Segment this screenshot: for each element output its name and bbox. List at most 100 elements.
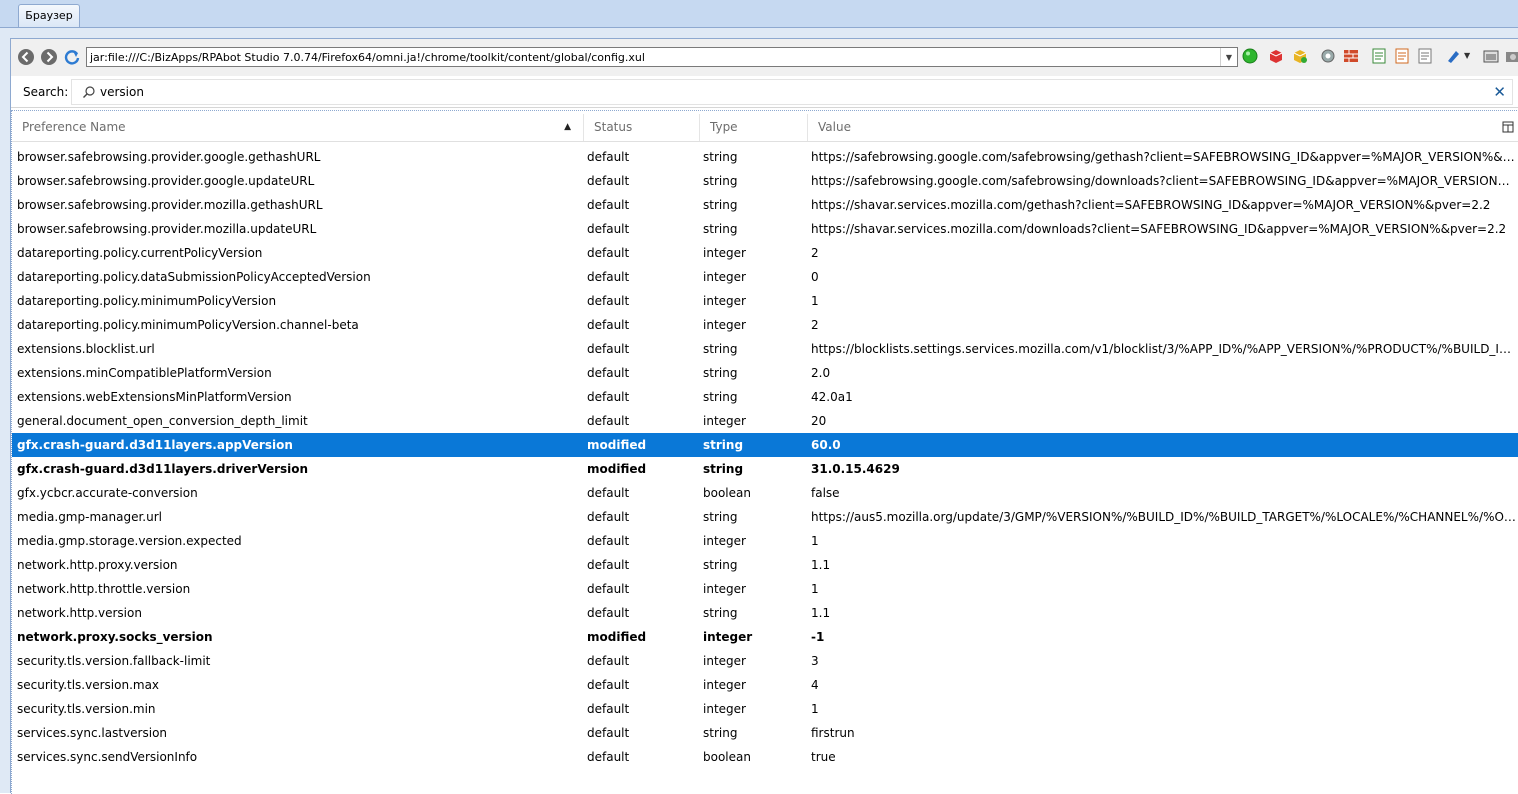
pen-tool-icon[interactable] xyxy=(1445,48,1461,64)
document-green-icon[interactable] xyxy=(1371,48,1387,64)
tab-browser[interactable]: Браузер xyxy=(18,4,80,27)
back-icon[interactable] xyxy=(17,48,35,66)
value-cell: 1 xyxy=(811,294,819,308)
pref-name-cell: security.tls.version.min xyxy=(17,702,156,716)
type-cell: integer xyxy=(703,630,753,644)
table-row[interactable]: media.gmp.storage.version.expected defaul… xyxy=(12,529,1518,553)
table-row[interactable]: services.sync.lastversion default string fi… xyxy=(12,721,1518,745)
camera-icon[interactable] xyxy=(1505,48,1518,64)
table-row[interactable]: browser.safebrowsing.provider.mozilla.ge… xyxy=(12,193,1518,217)
go-icon[interactable] xyxy=(1242,48,1258,64)
address-dropdown-icon[interactable]: ▼ xyxy=(1220,48,1237,66)
package-red-icon[interactable] xyxy=(1268,48,1284,64)
value-cell: 42.0a1 xyxy=(811,390,853,404)
table-header: Preference Name ▲ Status Type Value xyxy=(12,114,1518,142)
window-icon[interactable] xyxy=(1483,48,1499,64)
sort-ascending-icon: ▲ xyxy=(564,122,571,132)
status-cell: default xyxy=(587,558,630,572)
column-preference-name[interactable]: Preference Name ▲ xyxy=(12,114,584,141)
pref-name-cell: browser.safebrowsing.provider.mozilla.ge… xyxy=(17,198,323,212)
pref-name-cell: datareporting.policy.dataSubmissionPolic… xyxy=(17,270,371,284)
column-label: Preference Name xyxy=(22,120,126,134)
value-cell: 1.1 xyxy=(811,606,831,620)
pref-name-cell: gfx.crash-guard.d3d11layers.appVersion xyxy=(17,438,293,452)
table-row[interactable]: datareporting.policy.currentPolicyVersio… xyxy=(12,241,1518,265)
type-cell: integer xyxy=(703,246,746,260)
pref-name-cell: network.http.version xyxy=(17,606,142,620)
column-type[interactable]: Type xyxy=(700,114,808,141)
clear-search-icon[interactable]: ✕ xyxy=(1493,83,1506,101)
column-label: Type xyxy=(710,120,738,134)
type-cell: string xyxy=(703,390,738,404)
column-picker-icon[interactable] xyxy=(1502,121,1514,133)
value-cell: 2 xyxy=(811,318,819,332)
value-cell: -1 xyxy=(811,630,825,644)
type-cell: string xyxy=(703,366,738,380)
table-row[interactable]: gfx.crash-guard.d3d11layers.appVersion mo… xyxy=(12,433,1518,457)
table-row[interactable]: security.tls.version.min default integer 1 xyxy=(12,697,1518,721)
table-row[interactable]: datareporting.policy.minimumPolicyVersio… xyxy=(12,313,1518,337)
type-cell: integer xyxy=(703,534,746,548)
table-row[interactable]: extensions.blocklist.url default string htt… xyxy=(12,337,1518,361)
pref-name-cell: gfx.ycbcr.accurate-conversion xyxy=(17,486,198,500)
table-row[interactable]: datareporting.policy.minimumPolicyVersio… xyxy=(12,289,1518,313)
type-cell: integer xyxy=(703,414,746,428)
type-cell: integer xyxy=(703,702,746,716)
type-cell: integer xyxy=(703,678,746,692)
column-status[interactable]: Status xyxy=(584,114,700,141)
table-row[interactable]: security.tls.version.fallback-limit defau… xyxy=(12,649,1518,673)
status-cell: default xyxy=(587,342,630,356)
table-row[interactable]: extensions.webExtensionsMinPlatformVersi… xyxy=(12,385,1518,409)
pref-name-cell: datareporting.policy.minimumPolicyVersio… xyxy=(17,318,359,332)
document-orange-icon[interactable] xyxy=(1394,48,1410,64)
window-frame: jar:file:///C:/BizApps/RPAbot Studio 7.0… xyxy=(0,28,1518,794)
forward-icon[interactable] xyxy=(40,48,58,66)
pref-name-cell: services.sync.sendVersionInfo xyxy=(17,750,198,764)
status-cell: default xyxy=(587,534,630,548)
table-row[interactable]: browser.safebrowsing.provider.google.get… xyxy=(12,145,1518,169)
pen-tool-dropdown-icon[interactable]: ▼ xyxy=(1464,48,1480,64)
document-gray-icon[interactable] xyxy=(1417,48,1433,64)
pref-name-cell: browser.safebrowsing.provider.mozilla.up… xyxy=(17,222,317,236)
table-row[interactable]: network.proxy.socks_version modified integ… xyxy=(12,625,1518,649)
table-row[interactable]: browser.safebrowsing.provider.mozilla.up… xyxy=(12,217,1518,241)
pref-name-cell: media.gmp.storage.version.expected xyxy=(17,534,242,548)
table-row[interactable]: security.tls.version.max default integer 4 xyxy=(12,673,1518,697)
value-cell: https://shavar.services.mozilla.com/down… xyxy=(811,222,1507,236)
search-input[interactable]: version ✕ xyxy=(71,79,1513,105)
browser-content: jar:file:///C:/BizApps/RPAbot Studio 7.0… xyxy=(10,38,1518,794)
value-cell: 1 xyxy=(811,582,819,596)
type-cell: string xyxy=(703,438,744,452)
pref-name-cell: general.document_open_conversion_depth_l… xyxy=(17,414,308,428)
value-cell: 20 xyxy=(811,414,827,428)
table-row[interactable]: gfx.ycbcr.accurate-conversion default bool… xyxy=(12,481,1518,505)
status-cell: default xyxy=(587,366,630,380)
table-row[interactable]: network.http.throttle.version default inte… xyxy=(12,577,1518,601)
refresh-icon[interactable] xyxy=(63,48,81,66)
value-cell: 1.1 xyxy=(811,558,831,572)
table-row[interactable]: network.http.proxy.version default string 1… xyxy=(12,553,1518,577)
status-cell: modified xyxy=(587,462,647,476)
status-cell: default xyxy=(587,486,630,500)
table-row[interactable]: browser.safebrowsing.provider.google.upd… xyxy=(12,169,1518,193)
table-row[interactable]: services.sync.sendVersionInfo default bool… xyxy=(12,745,1518,769)
table-row[interactable]: datareporting.policy.dataSubmissionPolic… xyxy=(12,265,1518,289)
value-cell: 3 xyxy=(811,654,819,668)
package-yellow-icon[interactable] xyxy=(1292,48,1308,64)
table-row[interactable]: media.gmp-manager.url default string https:… xyxy=(12,505,1518,529)
search-icon xyxy=(83,86,95,98)
table-row[interactable]: network.http.version default string 1.1 xyxy=(12,601,1518,625)
table-row[interactable]: gfx.crash-guard.d3d11layers.driverVersio… xyxy=(12,457,1518,481)
table-row[interactable]: extensions.minCompatiblePlatformVersion d… xyxy=(12,361,1518,385)
type-cell: string xyxy=(703,462,744,476)
type-cell: string xyxy=(703,198,738,212)
type-cell: string xyxy=(703,606,738,620)
status-cell: default xyxy=(587,390,630,404)
pref-name-cell: services.sync.lastversion xyxy=(17,726,168,740)
address-bar[interactable]: jar:file:///C:/BizApps/RPAbot Studio 7.0… xyxy=(86,47,1238,67)
value-cell: https://shavar.services.mozilla.com/geth… xyxy=(811,198,1491,212)
column-value[interactable]: Value xyxy=(808,114,1518,141)
settings-gear-icon[interactable] xyxy=(1320,48,1336,64)
table-row[interactable]: general.document_open_conversion_depth_l… xyxy=(12,409,1518,433)
firewall-icon[interactable] xyxy=(1343,48,1359,64)
